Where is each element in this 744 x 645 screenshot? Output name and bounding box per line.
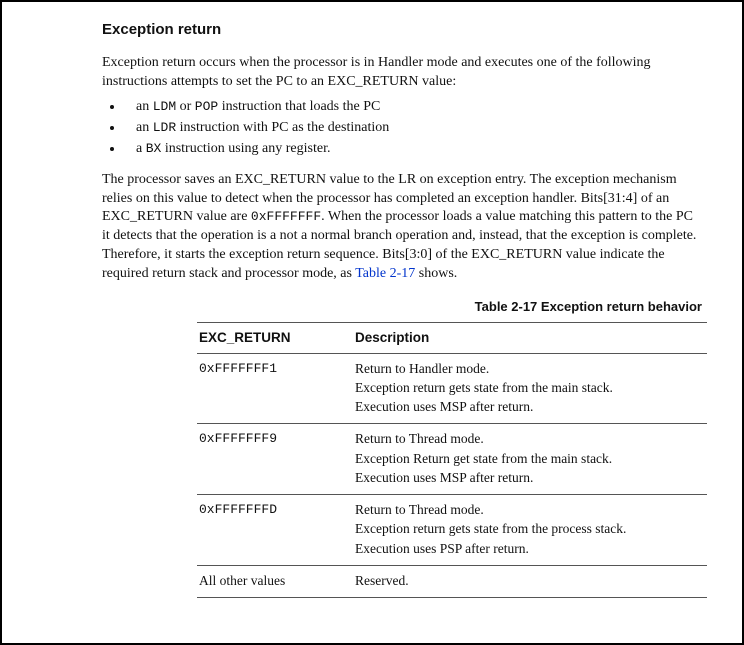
exc-return-value: 0xFFFFFFF9 [197,424,353,495]
code-span: LDR [153,120,176,135]
description-line: Return to Thread mode. [355,430,703,448]
list-text: instruction using any register. [161,141,330,156]
list-item: a BX instruction using any register. [124,140,702,159]
description-line: Reserved. [355,572,703,590]
list-text: instruction that loads the PC [218,99,380,114]
table-row: 0xFFFFFFF9Return to Thread mode. Exceptio… [197,424,707,495]
table-reference-link[interactable]: Table 2-17 [355,266,415,281]
list-text: an [136,99,153,114]
exc-return-value: 0xFFFFFFFD [197,495,353,566]
bullet-list: an LDM or POP instruction that loads the… [102,98,702,159]
exception-return-table: EXC_RETURN Description 0xFFFFFFF1Return … [197,322,707,598]
list-item: an LDM or POP instruction that loads the… [124,98,702,117]
description-line: Exception return gets state from the pro… [355,520,703,538]
code-span: BX [146,141,162,156]
table-header-description: Description [353,322,707,353]
code-span: 0xFFFFFFF [251,209,321,224]
table-header-row: EXC_RETURN Description [197,322,707,353]
description-line: Return to Handler mode. [355,360,703,378]
exc-return-value: 0xFFFFFFF1 [197,353,353,424]
list-text: a [136,141,146,156]
intro-paragraph: Exception return occurs when the process… [102,54,702,92]
document-page: Exception return Exception return occurs… [0,0,744,645]
code-span: LDM [153,99,176,114]
list-text: an [136,120,153,135]
exc-return-description: Return to Handler mode.Exception return … [353,353,707,424]
table-row: 0xFFFFFFF1Return to Handler mode.Excepti… [197,353,707,424]
description-line: Return to Thread mode. [355,501,703,519]
exc-return-description: Reserved. [353,565,707,597]
description-line: Execution uses MSP after return. [355,398,703,416]
table-caption: Table 2-17 Exception return behavior [102,298,702,316]
section-heading: Exception return [102,20,702,40]
exc-return-value: All other values [197,565,353,597]
list-text: instruction with PC as the destination [176,120,389,135]
body-text: shows. [415,266,457,281]
table-header-exc-return: EXC_RETURN [197,322,353,353]
table-row: 0xFFFFFFFDReturn to Thread mode.Exceptio… [197,495,707,566]
exc-return-description: Return to Thread mode. Exception Return g… [353,424,707,495]
description-line: Execution uses PSP after return. [355,540,703,558]
description-line: Exception return gets state from the mai… [355,379,703,397]
code-span: POP [195,99,218,114]
body-paragraph: The processor saves an EXC_RETURN value … [102,171,702,284]
list-text: or [176,99,195,114]
list-item: an LDR instruction with PC as the destin… [124,119,702,138]
table-row: All other valuesReserved. [197,565,707,597]
description-line: Exception Return get state from the main… [355,450,703,468]
exc-return-description: Return to Thread mode.Exception return g… [353,495,707,566]
description-line: Execution uses MSP after return. [355,469,703,487]
